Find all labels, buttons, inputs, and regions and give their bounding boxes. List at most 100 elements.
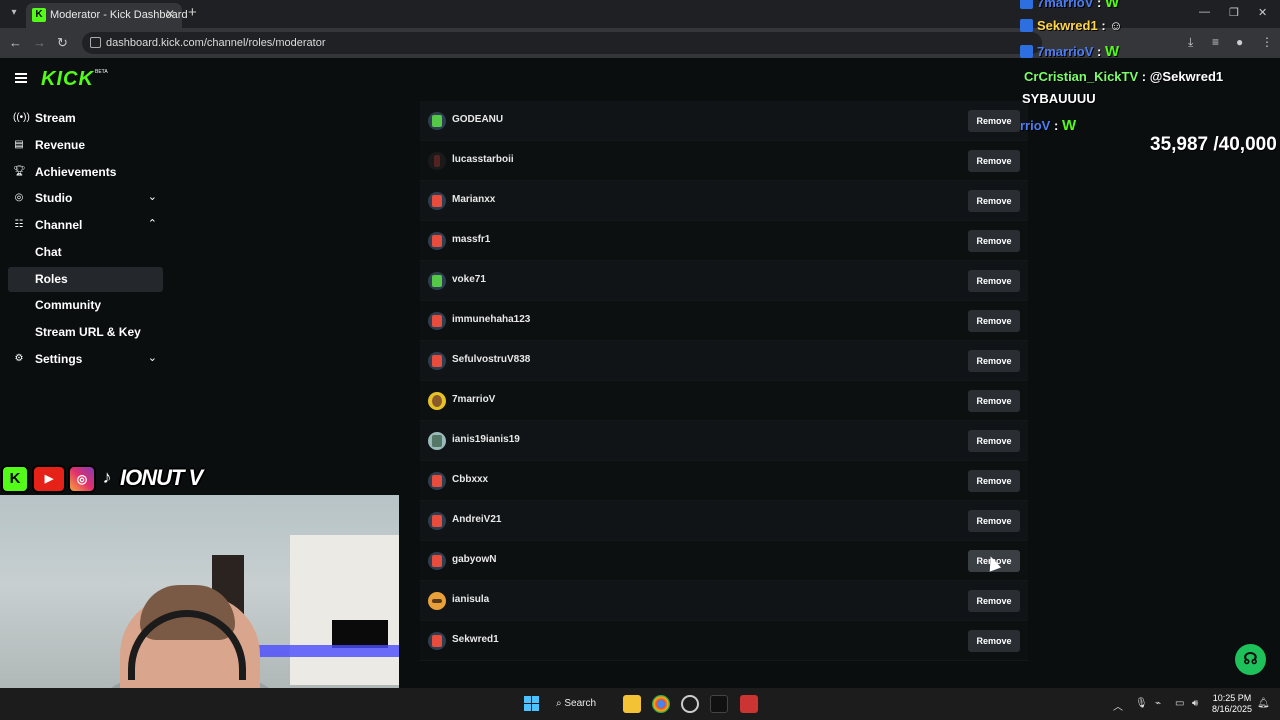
sidebar-item-roles[interactable]: Roles <box>8 267 163 292</box>
remove-button[interactable]: Remove <box>968 630 1020 652</box>
moderator-username[interactable]: lucasstarboii <box>452 154 514 165</box>
avatar <box>428 272 446 290</box>
address-bar[interactable]: dashboard.kick.com/channel/roles/moderat… <box>82 32 1042 54</box>
moderator-username[interactable]: SefulvostruV838 <box>452 354 530 365</box>
moderator-username[interactable]: Marianxx <box>452 194 495 205</box>
microphone-icon[interactable]: 🎙︎ <box>1135 698 1148 709</box>
kick-logo[interactable]: KICK <box>41 68 94 91</box>
remove-button[interactable]: Remove <box>968 190 1020 212</box>
chat-text: W <box>1061 117 1077 134</box>
new-tab-icon[interactable]: + <box>188 5 197 21</box>
volume-icon[interactable]: 🔊︎ <box>1192 698 1198 709</box>
avatar <box>428 192 446 210</box>
sidebar-item-label: Roles <box>35 272 68 286</box>
remove-button[interactable]: Remove <box>968 510 1020 532</box>
sidebar-item-stream-url-key[interactable]: Stream URL & Key <box>8 320 163 345</box>
trophy-icon: 🏆︎ <box>13 166 26 177</box>
moderator-row: immunehaha123 Remove <box>420 301 1028 341</box>
moderator-row: SefulvostruV838 Remove <box>420 341 1028 381</box>
kick-icon: K <box>1 465 29 493</box>
moderator-username[interactable]: voke71 <box>452 274 486 285</box>
chat-separator: : <box>1101 18 1106 33</box>
reload-icon[interactable]: ↻ <box>57 35 68 51</box>
tab-search-icon[interactable]: ▾ <box>6 5 22 21</box>
webcam-shelf <box>290 535 399 685</box>
moderator-username[interactable]: gabyowN <box>452 554 496 565</box>
taskbar-clock[interactable]: 10:25 PM 8/16/2025 <box>1212 693 1252 715</box>
chat-message: 7marrioV : W <box>1020 0 1119 11</box>
terminal-app-icon[interactable] <box>710 695 728 713</box>
moderator-row: voke71 Remove <box>420 261 1028 301</box>
tiktok-icon: ♪ <box>102 467 112 487</box>
sidebar-item-stream[interactable]: ((•)) Stream <box>8 106 163 131</box>
sidebar-item-achievements[interactable]: 🏆︎ Achievements <box>8 160 163 185</box>
remove-button[interactable]: Remove <box>968 270 1020 292</box>
back-icon[interactable]: ← <box>9 35 22 50</box>
sidebar-item-label: Stream URL & Key <box>35 325 141 339</box>
sidebar-item-label: Studio <box>35 191 73 205</box>
taskbar-app-icon[interactable] <box>740 695 758 713</box>
sidebar-item-studio[interactable]: ◎ Studio ⌄ <box>8 186 163 211</box>
moderator-username[interactable]: Cbbxxx <box>452 474 488 485</box>
avatar <box>428 352 446 370</box>
usb-icon[interactable]: ⌁ <box>1155 698 1161 709</box>
search-label: Search <box>564 698 597 709</box>
sidebar-item-label: Stream <box>35 111 76 125</box>
remove-button[interactable]: Remove <box>968 110 1020 132</box>
remove-button[interactable]: Remove <box>968 230 1020 252</box>
remove-button[interactable]: Remove <box>968 590 1020 612</box>
remove-button[interactable]: Remove <box>968 390 1020 412</box>
sidebar-item-community[interactable]: Community <box>8 293 163 318</box>
obs-icon[interactable] <box>681 695 699 713</box>
remove-button[interactable]: Remove <box>968 470 1020 492</box>
taskbar-search[interactable]: ⌕ Search <box>556 693 610 715</box>
sidebar-item-settings[interactable]: ⚙ Settings ⌄ <box>8 347 163 372</box>
file-explorer-icon[interactable] <box>623 695 641 713</box>
remove-button[interactable]: Remove <box>968 430 1020 452</box>
windows-start-icon[interactable] <box>524 696 539 711</box>
notification-bell-icon[interactable]: 🔔︎ <box>1257 698 1270 709</box>
sidebar-item-label: Settings <box>35 352 83 366</box>
network-icon[interactable]: ▭ <box>1175 698 1184 709</box>
avatar <box>428 632 446 650</box>
tray-chevron-icon[interactable]: ︿ <box>1113 698 1123 713</box>
moderator-username[interactable]: 7marrioV <box>452 394 495 405</box>
remove-button[interactable]: Remove <box>968 310 1020 332</box>
avatar <box>428 512 446 530</box>
browser-tab[interactable]: K Moderator - Kick Dashboard ✕ <box>26 3 188 28</box>
instagram-icon: ◎ <box>68 465 96 493</box>
beta-badge: BETA <box>95 69 108 75</box>
chat-separator: : <box>1097 0 1102 10</box>
menu-icon[interactable] <box>15 73 27 83</box>
avatar <box>428 392 446 410</box>
sidebar-item-channel[interactable]: ☷ Channel ⌃ <box>8 213 163 238</box>
moderator-username[interactable]: ianis19ianis19 <box>452 434 520 445</box>
sidebar-item-label: Revenue <box>35 138 86 152</box>
chat-message: 7marrioV : W <box>1020 43 1119 60</box>
socials-overlay: K ▶ ◎ ♪ IONUT V <box>0 463 210 495</box>
site-info-icon[interactable] <box>90 37 101 48</box>
close-tab-icon[interactable]: ✕ <box>165 7 175 21</box>
moderator-row: Cbbxxx Remove <box>420 461 1028 501</box>
moderator-username[interactable]: massfr1 <box>452 234 490 245</box>
webcam-tv <box>332 620 388 648</box>
sidebar-item-chat[interactable]: Chat <box>8 240 163 265</box>
moderator-username[interactable]: ianisula <box>452 594 489 605</box>
chat-overlay: 7marrioV : W Sekwred1 : ☺ 7marrioV : W C… <box>1020 0 1280 140</box>
remove-button[interactable]: Remove <box>968 350 1020 372</box>
emote-icon: ☺ <box>1109 18 1123 33</box>
moderator-username[interactable]: GODEANU <box>452 114 503 125</box>
moderator-row: ianisula Remove <box>420 581 1028 621</box>
sidebar-item-revenue[interactable]: ▤ Revenue <box>8 133 163 158</box>
chevron-down-icon: ⌄ <box>147 352 157 364</box>
support-chat-button[interactable]: ☊ <box>1235 644 1266 675</box>
moderator-username[interactable]: AndreiV21 <box>452 514 501 525</box>
clock-time: 10:25 PM <box>1212 693 1252 703</box>
forward-icon[interactable]: → <box>33 35 46 50</box>
webcam-feed <box>0 495 399 720</box>
chrome-icon[interactable] <box>652 695 670 713</box>
chat-user: rrioV <box>1020 118 1051 133</box>
moderator-username[interactable]: Sekwred1 <box>452 634 499 645</box>
moderator-username[interactable]: immunehaha123 <box>452 314 530 325</box>
remove-button[interactable]: Remove <box>968 150 1020 172</box>
